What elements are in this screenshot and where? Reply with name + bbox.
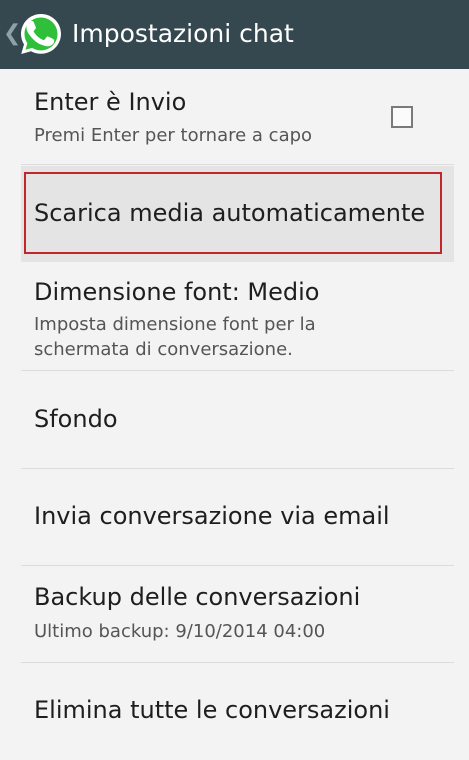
setting-delete-all[interactable]: Elimina tutte le conversazioni	[21, 664, 454, 760]
setting-auto-download[interactable]: Scarica media automaticamente	[21, 166, 454, 262]
whatsapp-logo-icon[interactable]	[17, 10, 65, 58]
setting-wallpaper[interactable]: Sfondo	[21, 372, 454, 469]
setting-title: Scarica media automaticamente	[34, 199, 426, 227]
setting-title: Dimensione font: Medio	[34, 278, 320, 306]
setting-title: Enter è Invio	[34, 88, 187, 116]
action-bar: ❮ Impostazioni chat	[0, 0, 469, 69]
setting-summary: Ultimo backup: 9/10/2014 04:00	[34, 621, 326, 642]
setting-email-chat[interactable]: Invia conversazione via email	[21, 470, 454, 566]
setting-summary: Imposta dimensione font per la schermata…	[34, 314, 316, 360]
setting-title: Sfondo	[34, 405, 118, 433]
setting-backup[interactable]: Backup delle conversazioni Ultimo backup…	[21, 567, 454, 663]
setting-font-size[interactable]: Dimensione font: Medio Imposta dimension…	[21, 263, 454, 371]
setting-title: Backup delle conversazioni	[34, 583, 361, 611]
setting-enter-is-send[interactable]: Enter è Invio Premi Enter per tornare a …	[21, 69, 454, 165]
setting-title: Invia conversazione via email	[34, 502, 390, 530]
enter-is-send-checkbox[interactable]	[391, 106, 413, 128]
page-title: Impostazioni chat	[72, 19, 294, 48]
chevron-left-icon[interactable]: ❮	[3, 20, 21, 48]
setting-title: Elimina tutte le conversazioni	[34, 696, 390, 724]
setting-summary: Premi Enter per tornare a capo	[34, 125, 313, 146]
